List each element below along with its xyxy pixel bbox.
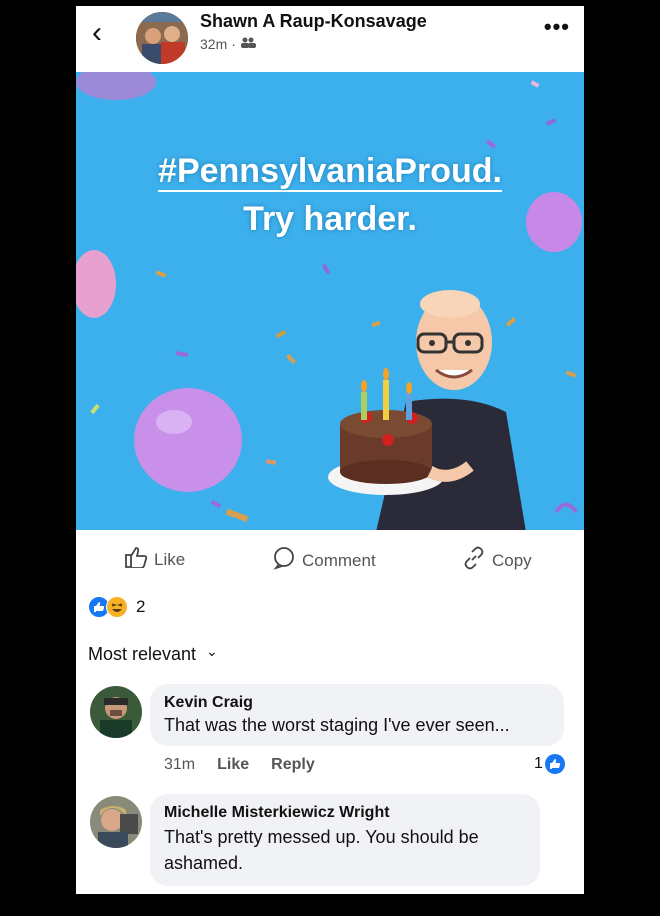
- comment-reply-button[interactable]: Reply: [271, 756, 315, 774]
- comment-button[interactable]: Comment: [272, 546, 376, 575]
- commenter-name[interactable]: Michelle Misterkiewicz Wright: [164, 804, 526, 822]
- more-options-button[interactable]: •••: [544, 14, 570, 40]
- post-caption: Try harder.: [243, 200, 417, 238]
- copy-button[interactable]: Copy: [462, 546, 532, 575]
- comment-label: Comment: [302, 550, 376, 570]
- back-button[interactable]: ‹: [92, 18, 116, 48]
- author-name[interactable]: Shawn A Raup-Konsavage: [200, 11, 427, 32]
- chevron-down-icon: ⌄: [206, 643, 218, 659]
- thumbs-up-icon: [124, 546, 148, 573]
- meta-separator: ·: [231, 36, 236, 52]
- post-meta: 32m ·: [200, 36, 256, 52]
- link-icon: [462, 546, 486, 575]
- copy-label: Copy: [492, 550, 532, 570]
- haha-reaction-icon: [106, 596, 128, 618]
- comment-time: 31m: [164, 756, 196, 773]
- friends-icon: [240, 36, 256, 52]
- sort-label: Most relevant: [88, 644, 197, 664]
- reaction-count: 2: [136, 597, 146, 616]
- comment-actions: 31m Like Reply: [164, 756, 315, 774]
- post-hashtag[interactable]: #PennsylvaniaProud.: [76, 152, 584, 192]
- post-time: 32m: [200, 36, 228, 52]
- comment-likes-number: 1: [534, 755, 543, 772]
- comment-icon: [272, 546, 296, 575]
- commenter-name[interactable]: Kevin Craig: [164, 694, 550, 712]
- comment-bubble[interactable]: Kevin Craig That was the worst staging I…: [150, 684, 564, 746]
- reactions-summary[interactable]: 2: [88, 596, 145, 618]
- post-screen: ‹ Shawn A Raup-Konsavage 32m · ••• #Penn…: [76, 6, 584, 894]
- like-label: Like: [154, 549, 186, 569]
- post-actions: Like Comment Copy: [76, 534, 584, 582]
- birthday-illustration: [76, 72, 582, 530]
- like-button[interactable]: Like: [124, 546, 185, 573]
- comment-bubble[interactable]: Michelle Misterkiewicz Wright That's pre…: [150, 794, 540, 886]
- commenter-avatar[interactable]: [90, 686, 142, 738]
- commenter-avatar[interactable]: [90, 796, 142, 848]
- post-header: ‹ Shawn A Raup-Konsavage 32m · •••: [76, 6, 584, 72]
- like-reaction-icon: [544, 754, 565, 774]
- comment-like-count[interactable]: 1: [534, 754, 565, 774]
- comment-sort-dropdown[interactable]: Most relevant ⌄: [88, 643, 218, 665]
- comment-text: That was the worst staging I've ever see…: [164, 715, 510, 735]
- post-image[interactable]: #PennsylvaniaProud. Try harder.: [76, 72, 584, 530]
- author-avatar[interactable]: [136, 12, 188, 64]
- comment-like-button[interactable]: Like: [217, 756, 249, 774]
- comment-text: That's pretty messed up. You should be a…: [164, 827, 479, 873]
